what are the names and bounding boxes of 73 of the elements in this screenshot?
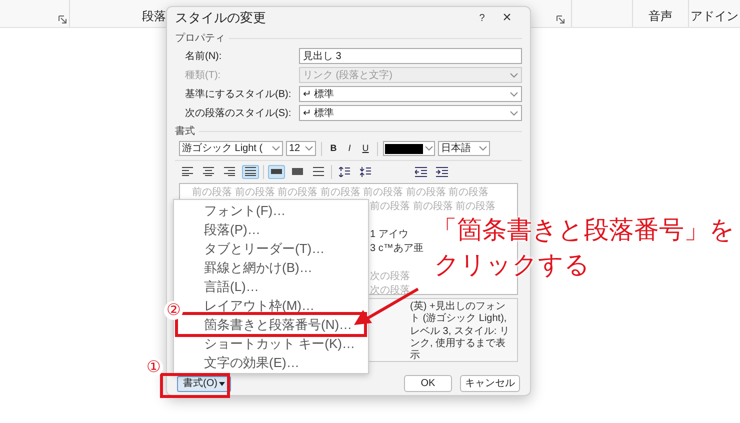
help-button[interactable]: ? [472, 10, 492, 26]
ribbon-group-label: アドイン [690, 8, 738, 25]
cancel-button[interactable]: キャンセル [460, 375, 520, 392]
toolbar-button[interactable] [200, 164, 217, 178]
toolbar-button[interactable] [221, 164, 238, 178]
indent-icon [436, 166, 448, 176]
section-heading: プロパティ [175, 32, 225, 46]
color-select[interactable] [383, 141, 435, 156]
section-heading: 書式 [175, 124, 195, 139]
italic-button[interactable]: I [343, 142, 356, 156]
description-text: (英) +見出しのフォント (游ゴシック Light), [410, 301, 508, 325]
chevron-down-icon [425, 146, 433, 151]
field-label: 次の段落のスタイル(S): [185, 106, 292, 120]
space-after-icon [360, 166, 371, 176]
outdent-icon [414, 166, 426, 176]
menu-item[interactable]: フォント(F)… [178, 201, 364, 220]
close-button[interactable]: × [492, 6, 522, 30]
align-center-icon [203, 167, 214, 176]
menu-item[interactable]: 言語(L)… [178, 277, 364, 296]
menu-item[interactable]: 罫線と網かけ(B)… [178, 258, 364, 277]
chevron-down-icon [510, 110, 518, 116]
menu-item[interactable]: 段落(P)… [178, 220, 364, 239]
underline-button[interactable]: U [359, 142, 372, 156]
style-select[interactable]: ↵ 標準 [299, 105, 522, 121]
chevron-down-icon [510, 72, 518, 78]
caret-icon [219, 382, 226, 386]
preview-text: 前の段落 前の段落 前の段落 [370, 200, 496, 213]
menu-item[interactable]: ショートカット キー(K)… [178, 334, 364, 353]
toolbar-button[interactable] [336, 164, 353, 178]
field-label: 名前(N): [185, 50, 223, 64]
align-left-icon [182, 167, 193, 176]
chevron-down-icon [510, 92, 518, 96]
ok-button[interactable]: OK [404, 375, 452, 392]
menu-item[interactable]: タブとリーダー(T)… [178, 239, 364, 258]
ribbon-group-label: 音声 [648, 8, 672, 25]
justify-icon [245, 167, 256, 176]
name-input-field[interactable]: 見出し 3 [299, 48, 522, 64]
highlight-frame [160, 373, 230, 398]
line-spacing-icon [292, 168, 303, 175]
double-spacing-icon [313, 167, 324, 176]
space-before-icon [339, 166, 350, 176]
chevron-down-icon [479, 146, 487, 151]
callout-text: クリックする [433, 250, 591, 281]
toolbar-button[interactable] [268, 164, 285, 178]
bold-button[interactable]: B [327, 142, 340, 156]
toolbar-button[interactable] [433, 164, 450, 178]
single-spacing-icon [271, 169, 282, 174]
style-select[interactable]: ↵ 標準 [299, 86, 522, 102]
menu-item[interactable]: 文字の効果(E)… [178, 353, 364, 372]
toolbar-button[interactable] [179, 164, 196, 178]
field-label: 基準にするスタイル(B): [185, 88, 292, 102]
field-label: 種類(T): [185, 68, 222, 82]
language-select[interactable]: 日本語 [438, 141, 490, 156]
chevron-down-icon [272, 146, 280, 151]
preview-text: 次の段落 [370, 284, 410, 297]
description-text: レベル 3, スタイル: リンク, 使用するまで表示 [410, 326, 510, 362]
preview-text: 3 c™あア亜 [370, 242, 424, 255]
dialog-title: スタイルの変更 [175, 9, 267, 28]
preview-text: 前の段落 前の段落 前の段落 前の段落 前の段落 前の段落 前の段落 [192, 186, 489, 199]
preview-text: 次の段落 [370, 270, 410, 283]
toolbar-button[interactable] [242, 164, 259, 178]
align-right-icon [224, 167, 235, 176]
chevron-down-icon [305, 146, 313, 151]
dialog-launcher-icon[interactable] [58, 15, 67, 24]
toolbar-button[interactable] [357, 164, 374, 178]
ribbon-group-label: 段落 [142, 8, 166, 25]
toolbar-button[interactable] [412, 164, 429, 178]
callout-text: 「箇条書きと段落番号」を [432, 215, 735, 246]
toolbar-button[interactable] [310, 164, 327, 178]
size-select[interactable]: 12 [286, 141, 316, 156]
font-select[interactable]: 游ゴシック Light ( [179, 141, 283, 156]
preview-text: 1 アイウ [370, 228, 408, 241]
dialog-launcher-icon[interactable] [556, 15, 565, 24]
